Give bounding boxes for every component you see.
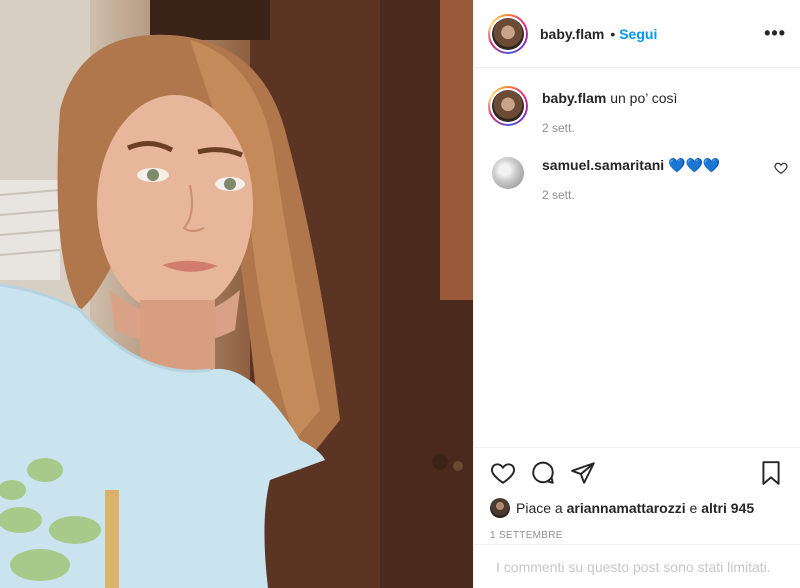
like-comment-heart-icon[interactable] [774,161,788,175]
comment-time[interactable]: 2 sett. [542,188,720,202]
post-sidebar: baby.flam • Segui ••• baby.flam un po’ c… [473,0,800,588]
avatar-photo [492,90,524,122]
post-actions: Piace a ariannamattarozzi e altri 945 1 … [474,447,800,541]
post-photo[interactable] [0,0,473,588]
likes-prefix: Piace a [516,500,563,516]
comment-item: samuel.samaritani 💙💙💙 2 sett. [488,153,788,202]
more-options-icon[interactable]: ••• [764,23,786,44]
comments-limited-notice: I commenti su questo post sono stati lim… [474,544,800,588]
author-avatar[interactable] [488,13,528,54]
post-image [0,0,473,588]
separator-dot: • [610,25,616,42]
comment-text: un po’ così [610,90,678,106]
bookmark-icon[interactable] [758,460,784,486]
comment-username[interactable]: samuel.samaritani [542,157,664,173]
heart-icon[interactable] [490,460,516,486]
caption: baby.flam un po’ così 2 sett. [488,86,786,135]
likes-summary: Piace a ariannamattarozzi e altri 945 [490,498,784,518]
comment-time[interactable]: 2 sett. [542,121,677,135]
comments-list: baby.flam un po’ così 2 sett. samuel.sam… [474,68,800,202]
author-username[interactable]: baby.flam [540,26,604,42]
comment-text: 💙💙💙 [668,157,721,173]
likes-others[interactable]: altri 945 [701,500,754,516]
caption-avatar[interactable] [488,86,528,126]
follow-button[interactable]: Segui [619,26,657,42]
liker-username[interactable]: ariannamattarozzi [567,500,686,516]
comment-icon[interactable] [530,460,556,486]
comment-username[interactable]: baby.flam [542,90,606,106]
likes-conjunction: e [689,500,698,516]
avatar-photo [492,17,524,50]
commenter-avatar[interactable] [492,157,524,189]
share-icon[interactable] [570,460,596,486]
post-date[interactable]: 1 SETTEMBRE [490,530,784,541]
post-header: baby.flam • Segui ••• [474,0,800,68]
liker-avatar[interactable] [490,498,510,518]
